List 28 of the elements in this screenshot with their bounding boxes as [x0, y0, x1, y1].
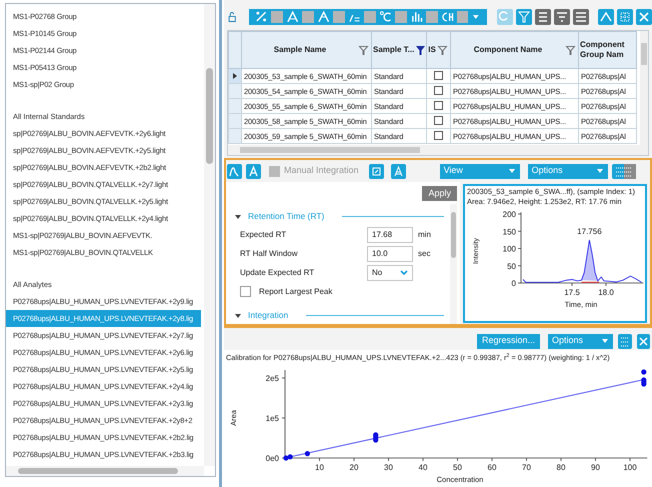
tick-label: 30 — [384, 463, 393, 472]
tick-label: 60 — [488, 463, 496, 472]
unit-label: min — [418, 228, 431, 240]
tick-label: 18.0 — [598, 288, 614, 297]
tick-label: 1e5 — [266, 414, 279, 423]
field-label: RT Half Window — [240, 248, 298, 260]
tick-label: 90 — [591, 463, 600, 472]
tick-label: 80 — [556, 463, 566, 472]
field-label: Update Expected RT — [240, 266, 316, 278]
tick-label: 70 — [522, 463, 531, 472]
tick-label: 100 — [502, 244, 516, 254]
tick-label: 17.5 — [564, 288, 580, 297]
tick-label: 0e0 — [266, 454, 279, 463]
tick-label: 40 — [418, 463, 428, 472]
tick-label: 100 — [623, 463, 637, 472]
tick-label: 150 — [502, 227, 516, 236]
tick-label: 0 — [512, 279, 516, 288]
tick-label: 50 — [507, 262, 516, 271]
peak-label: 17.756 — [577, 227, 602, 236]
tick-label: 20 — [350, 463, 358, 472]
manual-integration-label: Manual Integration — [284, 164, 359, 178]
checkbox-label: Report Largest Peak — [259, 286, 332, 298]
tick-label: 2e5 — [266, 374, 279, 383]
tick-label: 50 — [453, 463, 462, 472]
field-label: Expected RT — [240, 228, 288, 240]
tick-label: 200 — [502, 210, 516, 219]
unit-label: sec — [418, 248, 430, 260]
tick-label: 10 — [315, 463, 324, 472]
